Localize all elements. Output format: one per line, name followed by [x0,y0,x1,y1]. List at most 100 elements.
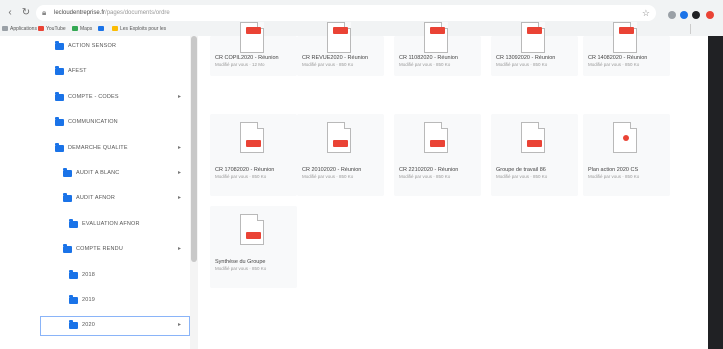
bookmark-item[interactable] [98,24,106,34]
pdf-badge-icon [246,27,261,34]
bookmark-label: YouTube [46,26,66,32]
file-name: Groupe de travail 86 [496,167,546,173]
file-name: CR 20102020 - Réunion [302,167,362,173]
file-name: CR 17082020 - Réunion [215,167,275,173]
bookmark-star-icon[interactable]: ☆ [642,7,650,19]
extension-icon[interactable] [706,11,714,19]
expand-arrow-icon[interactable]: ▸ [178,169,181,178]
file-card[interactable]: CR COPIL2020 - Réunion Modifié par vous ·… [210,22,297,76]
file-card[interactable]: Synthèse du Groupe Modifié par vous · 850… [210,206,297,288]
expand-arrow-icon[interactable]: ▸ [178,144,181,153]
folder-tree-item[interactable]: 2018 [0,266,190,286]
url-host: lecloudentreprise.fr [54,10,106,16]
expand-arrow-icon[interactable]: ▸ [178,245,181,254]
pdf-file-icon [240,214,264,245]
expand-arrow-icon[interactable]: ▸ [178,194,181,203]
file-card[interactable]: CR REVUE2020 - Réunion Modifié par vous ·… [297,22,384,76]
file-card[interactable]: CR 11082020 - Réunion Modifié par vous · … [394,22,481,76]
folder-tree-label: AUDIT A BLANC [76,170,120,176]
file-meta: Modifié par vous · 850 Ko [302,174,354,179]
pdf-file-icon [424,122,448,153]
folder-icon [69,269,78,279]
bookmark-favicon-icon [2,26,8,31]
address-bar[interactable]: 🔒︎ lecloudentreprise.fr/pages/documents/… [36,5,656,21]
bookmark-favicon-icon [98,26,104,31]
file-card[interactable]: CR 14082020 - Réunion Modifié par vous · … [583,22,670,76]
file-card[interactable]: CR 22102020 - Réunion Modifié par vous · … [394,114,481,196]
bookmark-item[interactable]: Maps [72,24,92,34]
file-name: CR 13092020 - Réunion [496,55,556,61]
pdf-badge-icon [527,27,542,34]
extension-icon[interactable] [680,11,688,19]
lock-icon: 🔒︎ [42,8,47,17]
file-meta: Modifié par vous · 850 Ko [496,174,548,179]
pdf-badge-icon [623,135,629,141]
expand-arrow-icon[interactable]: ▸ [178,93,181,102]
folder-tree-item[interactable]: ACTION SENSOR [0,37,190,57]
folder-icon [63,193,72,203]
folder-icon [63,168,72,177]
folder-tree-item[interactable]: COMPTE - CODES ▸ [0,88,190,108]
bookmark-label: Les Exploits pour les [120,26,167,32]
folder-tree-label: 2018 [82,271,96,278]
folder-icon [63,244,72,254]
bookmark-item[interactable]: Applications [2,24,37,34]
folder-tree-item[interactable]: COMPTE RENDU ▸ [0,240,190,260]
bookmark-label: Maps [80,26,93,32]
back-icon[interactable]: ‹ [4,7,16,19]
folder-icon [55,66,64,76]
browser-toolbar: ‹ ↻ 🔒︎ lecloudentreprise.fr/pages/docume… [0,4,723,22]
pdf-badge-icon [246,140,261,147]
pdf-badge-icon [527,140,542,147]
bookmark-label: Applications [10,26,37,32]
file-card[interactable]: CR 17082020 - Réunion Modifié par vous · … [210,114,297,196]
expand-arrow-icon[interactable]: ▸ [178,321,181,330]
bookmark-item[interactable]: YouTube [38,24,66,34]
file-meta: Modifié par vous · 850 Ko [588,174,640,179]
file-name: CR 11082020 - Réunion [399,55,458,61]
folder-tree-item[interactable]: DEMARCHE QUALITE ▸ [0,139,190,159]
pdf-file-icon [521,122,545,153]
pdf-file-icon [327,22,351,53]
file-meta: Modifié par vous · 850 Ko [215,266,267,271]
pdf-badge-icon [430,140,445,147]
file-card[interactable]: CR 13092020 - Réunion Modifié par vous · … [491,22,578,76]
folder-tree: ACTION SENSOR AFEST COMPTE - CODES ▸ COMMUNI… [0,36,200,349]
pdf-badge-icon [430,27,445,34]
file-card[interactable]: CR 20102020 - Réunion Modifié par vous · … [297,114,384,196]
folder-tree-item[interactable]: AUDIT AFNOR ▸ [0,189,190,209]
folder-icon [69,218,78,228]
right-dark-panel [708,36,723,349]
folder-tree-label: AUDIT AFNOR [76,195,116,202]
file-card[interactable]: Groupe de travail 86 Modifié par vous · 8… [491,114,578,196]
file-name: CR 14082020 - Réunion [588,55,648,61]
folder-tree-label: AFEST [68,68,87,75]
folder-tree-label: COMPTE - CODES [68,93,119,100]
reload-icon[interactable]: ↻ [20,7,32,19]
pdf-file-icon [424,22,448,53]
sidebar-scrollbar-thumb[interactable] [191,36,197,262]
folder-tree-item[interactable]: AFEST [0,62,190,82]
folder-tree-item[interactable]: AUDIT A BLANC ▸ [0,164,190,184]
folder-tree-item[interactable]: 2019 [0,291,190,311]
bookmark-item[interactable]: Les Exploits pour les [112,24,166,34]
file-meta: Modifié par vous · 850 Ko [302,62,354,67]
extension-icon[interactable] [668,11,676,19]
folder-tree-item[interactable]: 2020 ▸ [40,316,190,337]
folder-tree-label: 2019 [82,297,96,303]
folder-tree-label: ACTION SENSOR [68,43,117,49]
bookmark-favicon-icon [38,26,44,31]
pdf-file-icon [613,122,637,153]
url-path: /pages/documents/ordre [105,10,170,16]
folder-icon [55,41,64,50]
folder-tree-label: EVALUATION AFNOR [82,220,140,227]
pdf-badge-icon [619,27,634,34]
file-card[interactable]: Plan action 2020 CS Modifié par vous · 85… [583,114,670,196]
folder-tree-item[interactable]: COMMUNICATION [0,113,190,133]
folder-icon [55,91,64,101]
file-meta: Modifié par vous · 850 Ko [399,174,451,179]
extension-icon[interactable] [692,11,700,19]
pdf-file-icon [613,22,637,53]
sidebar-scrollbar[interactable] [190,36,198,349]
folder-tree-item[interactable]: EVALUATION AFNOR [0,215,190,235]
